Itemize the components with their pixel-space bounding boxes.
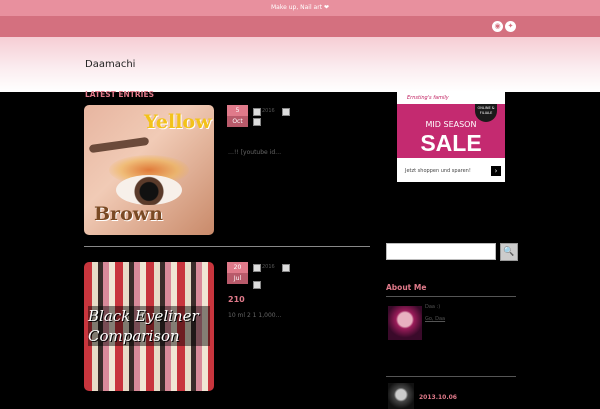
post-excerpt: 10 ml 2 1 1,000… (228, 312, 282, 319)
author-icon (253, 108, 261, 116)
about-name: Daa :) (425, 304, 441, 310)
recent-avatar[interactable] (388, 383, 414, 409)
post-meta-author[interactable]: 2016 (262, 264, 275, 270)
image-text-brown: Brown (94, 203, 163, 225)
about-link[interactable]: Go, Daa (425, 316, 445, 322)
ad-banner: ONLINE & FILIALE MID SEASON SALE (397, 104, 505, 158)
ad-footer: Jetzt shoppen und sparen! (405, 168, 471, 174)
sidebar-divider (386, 296, 516, 297)
eye-shape (116, 175, 182, 205)
avatar[interactable] (388, 306, 422, 340)
post-thumbnail[interactable]: Black Eyeliner Comparison (84, 262, 214, 391)
post-divider (84, 246, 370, 247)
search-input[interactable] (386, 243, 496, 260)
post-meta-author[interactable]: 2016 (262, 108, 275, 114)
category-icon (253, 281, 261, 289)
search-button[interactable]: 🔍 (500, 243, 518, 261)
post-date-box: 5 Oct (227, 105, 248, 127)
image-text-eyeliner: Black Eyeliner Comparison (88, 306, 210, 346)
sidebar-ad[interactable]: Ernsting's family ONLINE & FILIALE MID S… (397, 92, 505, 182)
comment-icon (282, 108, 290, 116)
topbar: Make up, Nail art ❤ (0, 0, 600, 16)
rss-icon[interactable]: ◉ (492, 21, 503, 32)
post-day: 5 (227, 105, 248, 116)
twitter-icon[interactable]: ✦ (505, 21, 516, 32)
ad-sale: SALE (420, 130, 482, 156)
image-text-yellow: Yellow (144, 111, 212, 133)
post-excerpt: …!! [youtube id… (228, 149, 282, 156)
post-day: 20 (227, 262, 248, 273)
tagline: Make up, Nail art ❤ (271, 4, 329, 11)
eyebrow-shape (88, 136, 150, 154)
about-title: About Me (386, 283, 427, 292)
ad-headline: MID SEASON (425, 120, 477, 129)
post-thumbnail[interactable]: Yellow Brown (84, 105, 214, 235)
comment-icon (282, 264, 290, 272)
site-title[interactable]: Daamachi (85, 59, 135, 70)
ad-brand: Ernsting's family (397, 92, 505, 104)
post-date-box: 20 Jul (227, 262, 248, 284)
post-month: Oct (227, 116, 248, 127)
post-title[interactable]: 210 (228, 295, 245, 304)
post-month: Jul (227, 273, 248, 284)
ad-arrow-icon[interactable]: › (491, 166, 501, 176)
section-label: LATEST ENTRIES (85, 90, 154, 99)
sidebar-divider (386, 376, 516, 377)
category-icon (253, 118, 261, 126)
author-icon (253, 264, 261, 272)
